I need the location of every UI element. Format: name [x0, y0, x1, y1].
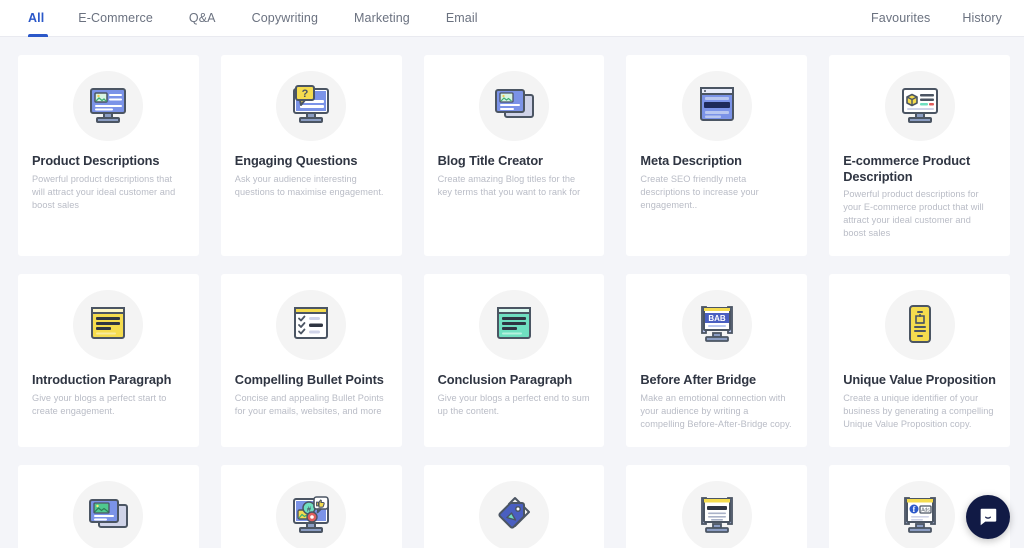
template-card[interactable]: ? Engaging Questions Ask your audience in…: [220, 55, 402, 257]
yellow-window-text-icon: [73, 290, 144, 361]
monitor-package-icon: [884, 71, 955, 141]
card-title: Conclusion Paragraph: [437, 372, 573, 388]
template-card[interactable]: Unique Value Proposition Create a unique …: [829, 274, 1010, 448]
card-title: Engaging Questions: [234, 153, 358, 168]
card-description: Make an emotional connection with your a…: [640, 393, 792, 430]
card-title: Product Descriptions: [32, 153, 160, 168]
teal-window-text-icon: [478, 290, 549, 361]
card-description: Create a unique identifier of your busin…: [843, 393, 994, 430]
tab-all[interactable]: All: [24, 0, 60, 37]
nav-link-favourites[interactable]: Favourites: [855, 0, 946, 36]
nav-link-history[interactable]: History: [946, 0, 1002, 36]
yellow-badge-card-icon: [884, 290, 955, 361]
template-card[interactable]: Product Descriptions Powerful product des…: [18, 55, 199, 257]
template-card[interactable]: BAB Before After Bridge Make an emotional…: [626, 274, 808, 448]
template-card[interactable]: # Social Media PostsUnique and innovativ…: [220, 465, 402, 548]
template-card[interactable]: Blog IdeasGenerate Impactful blog ideas …: [18, 465, 199, 548]
template-card[interactable]: Meta Description Create SEO friendly meta…: [626, 55, 808, 257]
tab-e-commerce[interactable]: E-Commerce: [60, 0, 171, 36]
card-description: Concise and appealing Bullet Points for …: [234, 393, 384, 417]
template-card-grid: Product Descriptions Powerful product des…: [0, 37, 1024, 548]
template-card[interactable]: Google Ads CopyHigh converting Google Ad…: [423, 465, 605, 548]
template-card[interactable]: Blog Title Creator Create amazing Blog ti…: [423, 55, 605, 257]
tab-marketing[interactable]: Marketing: [336, 0, 428, 36]
card-title: Unique Value Proposition: [843, 372, 996, 388]
template-card[interactable]: Compelling Bullet Points Concise and appe…: [220, 274, 402, 448]
monitor-image-text-icon: [73, 71, 144, 141]
template-card[interactable]: Conclusion Paragraph Give your blogs a pe…: [423, 274, 605, 448]
monitor-bab-banner-icon: BAB: [681, 290, 752, 361]
card-description: Ask your audience interesting questions …: [234, 173, 384, 197]
card-title: Blog Title Creator: [437, 153, 543, 168]
svg-text:Ads: Ads: [921, 508, 930, 514]
template-card[interactable]: E-commerce Product Description Powerful p…: [829, 55, 1010, 257]
nav-right-links: Favourites History: [855, 0, 1002, 36]
card-title: E-commerce Product Description: [843, 153, 971, 184]
category-tabs: All E-Commerce Q&A Copywriting Marketing Emai…: [24, 0, 496, 37]
chat-widget-button[interactable]: [966, 495, 1010, 539]
template-card[interactable]: Introduction Paragraph Give your blogs a …: [18, 274, 199, 448]
card-description: Give your blogs a perfect start to creat…: [32, 393, 167, 417]
card-description: Create SEO friendly meta descriptions to…: [640, 173, 759, 210]
card-description: Give your blogs a perfect end to sum up …: [437, 393, 590, 417]
browser-window-highlight-icon: [681, 71, 752, 141]
svg-text:?: ?: [302, 88, 309, 100]
card-title: Compelling Bullet Points: [234, 372, 384, 388]
svg-text:f: f: [912, 505, 915, 514]
card-title: Before After Bridge: [640, 372, 757, 388]
tab-copywriting[interactable]: Copywriting: [234, 0, 336, 36]
card-title: Introduction Paragraph: [32, 372, 172, 388]
stacked-cards-icon: [478, 71, 549, 141]
price-tags-icon: [478, 481, 549, 548]
monitor-question-bubble-icon: ?: [276, 71, 347, 141]
monitor-hero-text-icon: [681, 481, 752, 548]
stacked-cards-green-icon: [73, 481, 144, 548]
card-title: Meta Description: [640, 153, 742, 168]
monitor-social-icons-icon: #: [276, 481, 347, 548]
checklist-window-icon: [276, 290, 347, 361]
chat-bubble-icon: [980, 508, 997, 526]
top-navigation-bar: All E-Commerce Q&A Copywriting Marketing Emai…: [0, 0, 1024, 37]
card-description: Powerful product descriptions that will …: [32, 173, 176, 210]
card-description: Powerful product descriptions for your E…: [843, 189, 984, 239]
svg-text:BAB: BAB: [708, 314, 726, 323]
card-description: Create amazing Blog titles for the key t…: [437, 173, 581, 197]
tab-email[interactable]: Email: [428, 0, 496, 36]
monitor-facebook-ads-icon: f Ads: [884, 481, 955, 548]
template-card[interactable]: Landing Page Hero TextImpactful Hero Tex…: [626, 465, 808, 548]
tab-q-a[interactable]: Q&A: [171, 0, 234, 36]
